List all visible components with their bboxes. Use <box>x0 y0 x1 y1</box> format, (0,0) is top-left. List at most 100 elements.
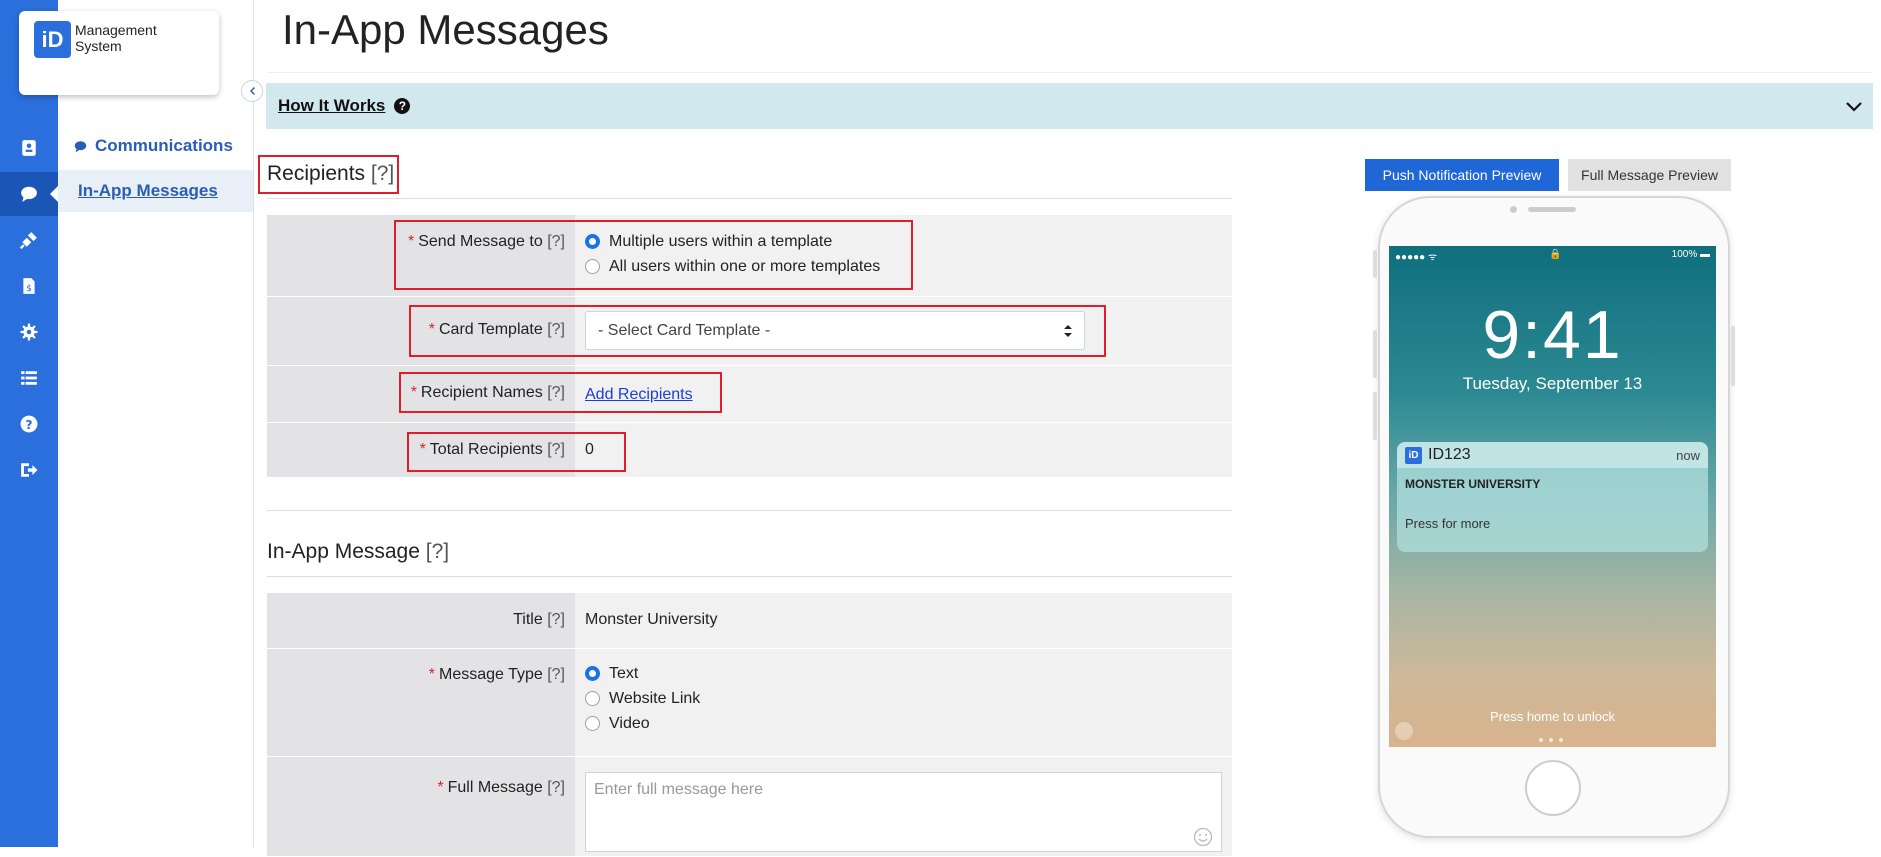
message-divider <box>267 576 1232 577</box>
document-dollar-icon: $ <box>23 278 35 294</box>
add-recipients-link[interactable]: Add Recipients <box>585 386 693 403</box>
full-message-label: * Full Message [?] <box>267 757 575 856</box>
chevron-left-icon <box>250 87 255 95</box>
card-template-row: * Card Template [?] - Select Card Templat… <box>267 297 1232 366</box>
lock-screen-date: Tuesday, September 13 <box>1462 374 1643 393</box>
phone-lock-screen: ●●●●● ᯤ 🔒 100% ▬ 9:41 Tuesday, September… <box>1389 246 1716 747</box>
app-logo-icon: iD <box>1405 447 1422 464</box>
phone-camera <box>1510 206 1517 213</box>
rail-communications[interactable] <box>0 172 58 216</box>
rail-help[interactable]: ? <box>0 402 58 446</box>
full-message-textarea[interactable]: Enter full message here <box>585 772 1222 852</box>
radio-unselected[interactable] <box>585 716 600 731</box>
lock-screen-time: 9:41 <box>1482 297 1623 373</box>
push-notification-preview-button[interactable]: Push Notification Preview <box>1365 159 1559 191</box>
message-type-video[interactable]: Video <box>585 711 1232 736</box>
card-template-label: * Card Template [?] <box>267 297 575 365</box>
total-recipients-value: 0 <box>585 441 594 458</box>
send-message-to-label: * Send Message to [?] <box>267 215 575 296</box>
message-section-title: In-App Message [?] <box>267 540 449 564</box>
radio-selected[interactable] <box>585 234 600 249</box>
phone-side-button <box>1373 250 1377 278</box>
sub-navigation: Communications In-App Messages <box>58 0 254 847</box>
subnav-item-in-app-messages[interactable]: In-App Messages <box>58 170 253 212</box>
radio-selected[interactable] <box>585 666 600 681</box>
phone-speaker <box>1528 207 1576 212</box>
total-recipients-label: * Total Recipients [?] <box>267 423 575 477</box>
collapse-sidebar-button[interactable] <box>241 80 263 102</box>
gear-icon <box>20 323 38 341</box>
message-form: Title [?] Monster University * Message Ty… <box>267 593 1232 857</box>
lock-icon: 🔒 <box>1549 249 1562 260</box>
recipients-title-text: Recipients <box>267 162 366 185</box>
notification-time: now <box>1676 448 1700 463</box>
push-notification: iD ID123 now MONSTER UNIVERSITY Press fo… <box>1397 442 1708 552</box>
subnav-section-label: Communications <box>95 136 233 155</box>
send-option-all-users[interactable]: All users within one or more templates <box>585 254 1232 279</box>
message-help[interactable]: [?] <box>426 540 449 563</box>
page-dots <box>1539 738 1563 742</box>
send-message-to-options: Multiple users within a template All use… <box>575 215 1232 296</box>
full-message-placeholder: Enter full message here <box>594 781 763 798</box>
message-title-text: In-App Message <box>267 540 420 563</box>
chat-icon <box>74 140 87 152</box>
list-icon <box>21 371 37 385</box>
radio-unselected[interactable] <box>585 691 600 706</box>
recipients-divider <box>267 198 1232 199</box>
icon-rail: $ ? <box>0 0 58 847</box>
app-logo: iD <box>34 21 71 58</box>
recipient-names-row: * Recipient Names [?] Add Recipients <box>267 366 1232 423</box>
notification-body: Press for more <box>1405 516 1491 531</box>
svg-text:$: $ <box>26 284 32 294</box>
unlock-hint: Press home to unlock <box>1489 709 1615 724</box>
plug-icon <box>20 232 37 249</box>
message-type-text[interactable]: Text <box>585 661 1232 686</box>
logout-icon <box>21 463 38 477</box>
notification-app-name: ID123 <box>1428 446 1471 463</box>
title-row: Title [?] Monster University <box>267 593 1232 649</box>
send-message-to-row: * Send Message to [?] Multiple users with… <box>267 215 1232 297</box>
recipients-form: * Send Message to [?] Multiple users with… <box>267 215 1232 478</box>
phone-side-button <box>1373 392 1377 440</box>
rail-lists[interactable] <box>0 356 58 400</box>
chevron-down-icon[interactable] <box>1845 97 1863 115</box>
send-option-multiple-users[interactable]: Multiple users within a template <box>585 229 1232 254</box>
camera-icon <box>1395 722 1413 740</box>
recipient-names-label: * Recipient Names [?] <box>267 366 575 422</box>
title-label: Title [?] <box>267 593 575 648</box>
phone-side-button <box>1373 330 1377 378</box>
message-type-row: * Message Type [?] Text Website Link Vide… <box>267 649 1232 757</box>
subnav-section-communications[interactable]: Communications <box>74 136 233 156</box>
sort-caret-icon <box>1064 325 1072 337</box>
page-title: In-App Messages <box>282 6 609 53</box>
rail-settings[interactable] <box>0 310 58 354</box>
app-name: Management System <box>75 22 157 54</box>
battery-indicator: 100% ▬ <box>1671 249 1710 260</box>
phone-side-button <box>1731 326 1735 386</box>
section-separator <box>267 510 1232 511</box>
radio-unselected[interactable] <box>585 259 600 274</box>
svg-text:?: ? <box>25 418 32 432</box>
message-type-label: * Message Type [?] <box>267 649 575 756</box>
phone-home-button <box>1525 760 1581 816</box>
rail-billing[interactable]: $ <box>0 264 58 308</box>
how-it-works-label[interactable]: How It Works <box>278 96 385 116</box>
rail-id-card[interactable] <box>0 126 58 170</box>
phone-status-bar: ●●●●● ᯤ 🔒 100% ▬ <box>1389 246 1716 264</box>
logo-card[interactable]: iD Management System <box>19 11 219 95</box>
smiley-icon[interactable] <box>1193 827 1213 847</box>
id-card-icon <box>22 140 36 156</box>
recipients-section-title: Recipients [?] <box>267 162 394 186</box>
full-message-preview-button[interactable]: Full Message Preview <box>1568 159 1731 191</box>
message-type-website-link[interactable]: Website Link <box>585 686 1232 711</box>
title-divider <box>268 72 1873 73</box>
rail-logout[interactable] <box>0 448 58 492</box>
full-message-row: * Full Message [?] Enter full message her… <box>267 757 1232 857</box>
how-it-works-panel[interactable]: How It Works ? <box>266 83 1873 129</box>
question-circle-icon: ? <box>394 98 411 114</box>
total-recipients-row: * Total Recipients [?] 0 <box>267 423 1232 478</box>
rail-integrations[interactable] <box>0 218 58 262</box>
card-template-select[interactable]: - Select Card Template - <box>585 311 1085 350</box>
recipients-help[interactable]: [?] <box>371 162 394 185</box>
chat-icon <box>21 186 37 202</box>
